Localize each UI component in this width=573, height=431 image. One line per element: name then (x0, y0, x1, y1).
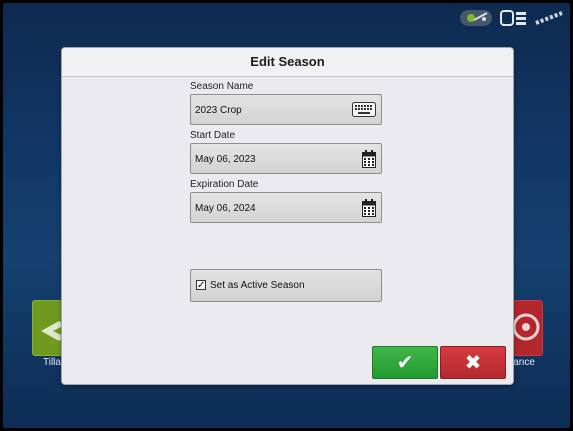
season-name-value: 2023 Crop (195, 105, 242, 116)
check-icon: ✔ (396, 352, 414, 374)
steering-wheel-icon (512, 313, 540, 341)
guidance-tile-label: lance (511, 357, 535, 368)
expiration-date-field[interactable]: May 06, 2024 (190, 192, 382, 223)
device-status-icon[interactable] (500, 9, 528, 27)
cancel-button[interactable]: ✖ (440, 346, 506, 379)
season-name-label: Season Name (190, 81, 254, 92)
start-date-label: Start Date (190, 130, 236, 141)
start-date-field[interactable]: May 06, 2023 (190, 143, 382, 174)
guidance-tile[interactable] (511, 300, 543, 356)
active-season-checkbox[interactable]: ✓ (196, 280, 206, 291)
status-bar (460, 7, 564, 29)
expiration-date-value: May 06, 2024 (195, 203, 256, 214)
start-date-value: May 06, 2023 (195, 154, 256, 165)
satellite-icon[interactable] (534, 9, 564, 27)
calendar-icon[interactable] (362, 199, 376, 222)
display-screen: Tilla lance Edit Season Season Name 2023… (3, 3, 570, 428)
expiration-date-label: Expiration Date (190, 179, 259, 190)
active-season-toggle[interactable]: ✓ Set as Active Season (190, 269, 382, 302)
season-name-field[interactable]: 2023 Crop (190, 94, 382, 125)
active-season-label: Set as Active Season (210, 280, 305, 291)
calendar-icon[interactable] (362, 150, 376, 173)
edit-season-dialog: Edit Season Season Name 2023 Crop Start … (62, 48, 513, 384)
x-icon: ✖ (464, 352, 482, 374)
confirm-button[interactable]: ✔ (372, 346, 438, 379)
keyboard-icon[interactable] (352, 101, 376, 123)
tillage-tile-label: Tilla (43, 357, 61, 368)
dialog-title: Edit Season (62, 48, 513, 77)
gps-status-icon[interactable] (460, 9, 494, 27)
